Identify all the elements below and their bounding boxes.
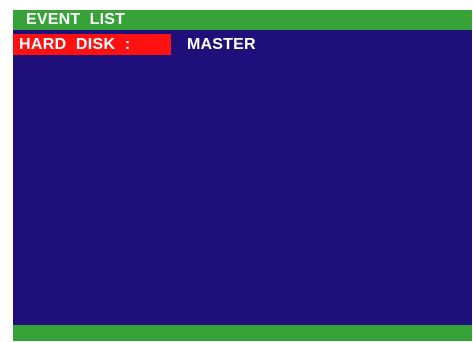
status-bar xyxy=(13,325,472,341)
hard-disk-row[interactable]: HARD DISK : MASTER xyxy=(13,34,256,55)
hard-disk-label[interactable]: HARD DISK : xyxy=(13,34,171,55)
title-bar: EVENT LIST xyxy=(13,10,472,30)
hard-disk-value: MASTER xyxy=(187,36,256,53)
event-list-screen: EVENT LIST HARD DISK : MASTER xyxy=(13,10,472,341)
